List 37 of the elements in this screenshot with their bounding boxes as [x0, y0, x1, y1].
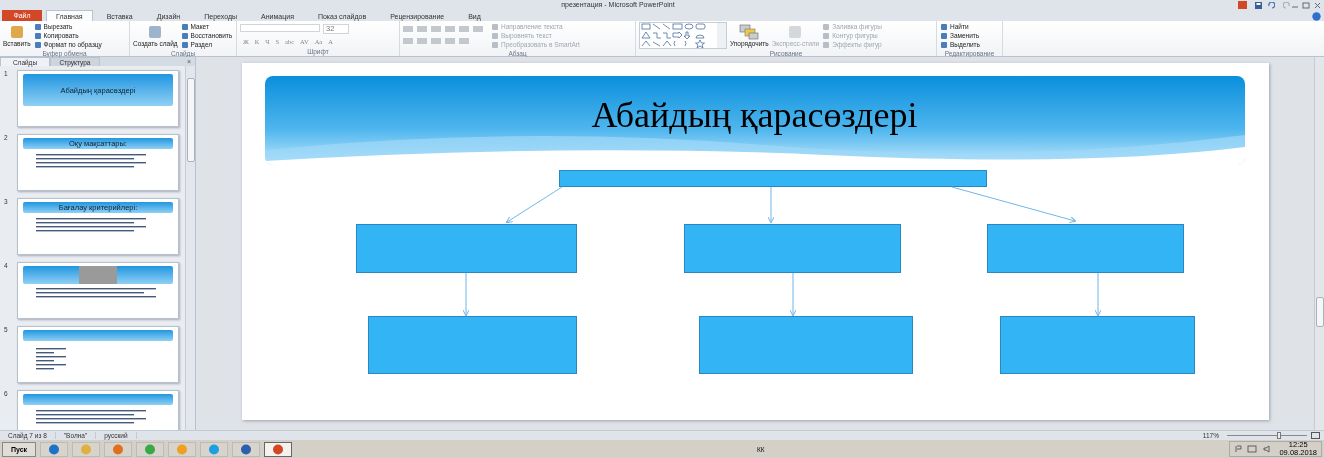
connector-arrow	[789, 272, 796, 317]
save-icon[interactable]	[1255, 1, 1262, 9]
connector-arrow	[462, 272, 469, 317]
fit-window-icon[interactable]	[1311, 432, 1320, 439]
connector-arrow	[1094, 272, 1101, 317]
connector-arrow	[767, 186, 774, 224]
app-icon	[80, 443, 92, 455]
app-icon	[144, 443, 156, 455]
text-lines-drawing	[36, 347, 66, 371]
taskbar-app[interactable]	[136, 441, 164, 457]
zoom-thumb[interactable]	[1276, 432, 1281, 439]
taskbar-app[interactable]	[40, 441, 68, 457]
stacked-squares-icon	[739, 24, 760, 40]
help-icon[interactable]	[1312, 12, 1321, 21]
app-icon	[272, 443, 284, 455]
connector-arrow	[505, 186, 562, 224]
slide-thumbnail[interactable]	[17, 262, 179, 319]
app-icon	[240, 443, 252, 455]
redo-icon[interactable]	[1283, 1, 1291, 9]
taskbar-app[interactable]	[232, 441, 260, 457]
scrollbar-thumb[interactable]	[186, 78, 195, 162]
scrollbar-thumb[interactable]	[1315, 297, 1324, 327]
window-controls-icon[interactable]	[1291, 1, 1321, 9]
shapes-gallery[interactable]	[639, 22, 727, 49]
undo-icon[interactable]	[1267, 1, 1275, 9]
app-icon	[112, 443, 124, 455]
slide-thumbnail[interactable]	[17, 326, 179, 383]
photo-placeholder	[79, 266, 117, 284]
font-field[interactable]	[240, 24, 320, 32]
app-icon	[176, 443, 188, 455]
slide-thumbnail[interactable]	[17, 390, 179, 430]
slide-title: Абайдың қарасөздері	[591, 94, 918, 137]
app-icon	[208, 443, 220, 455]
app-logo-icon	[1238, 1, 1247, 9]
taskbar-app[interactable]	[264, 441, 292, 457]
taskbar-app[interactable]	[104, 441, 132, 457]
app-icon	[48, 443, 60, 455]
